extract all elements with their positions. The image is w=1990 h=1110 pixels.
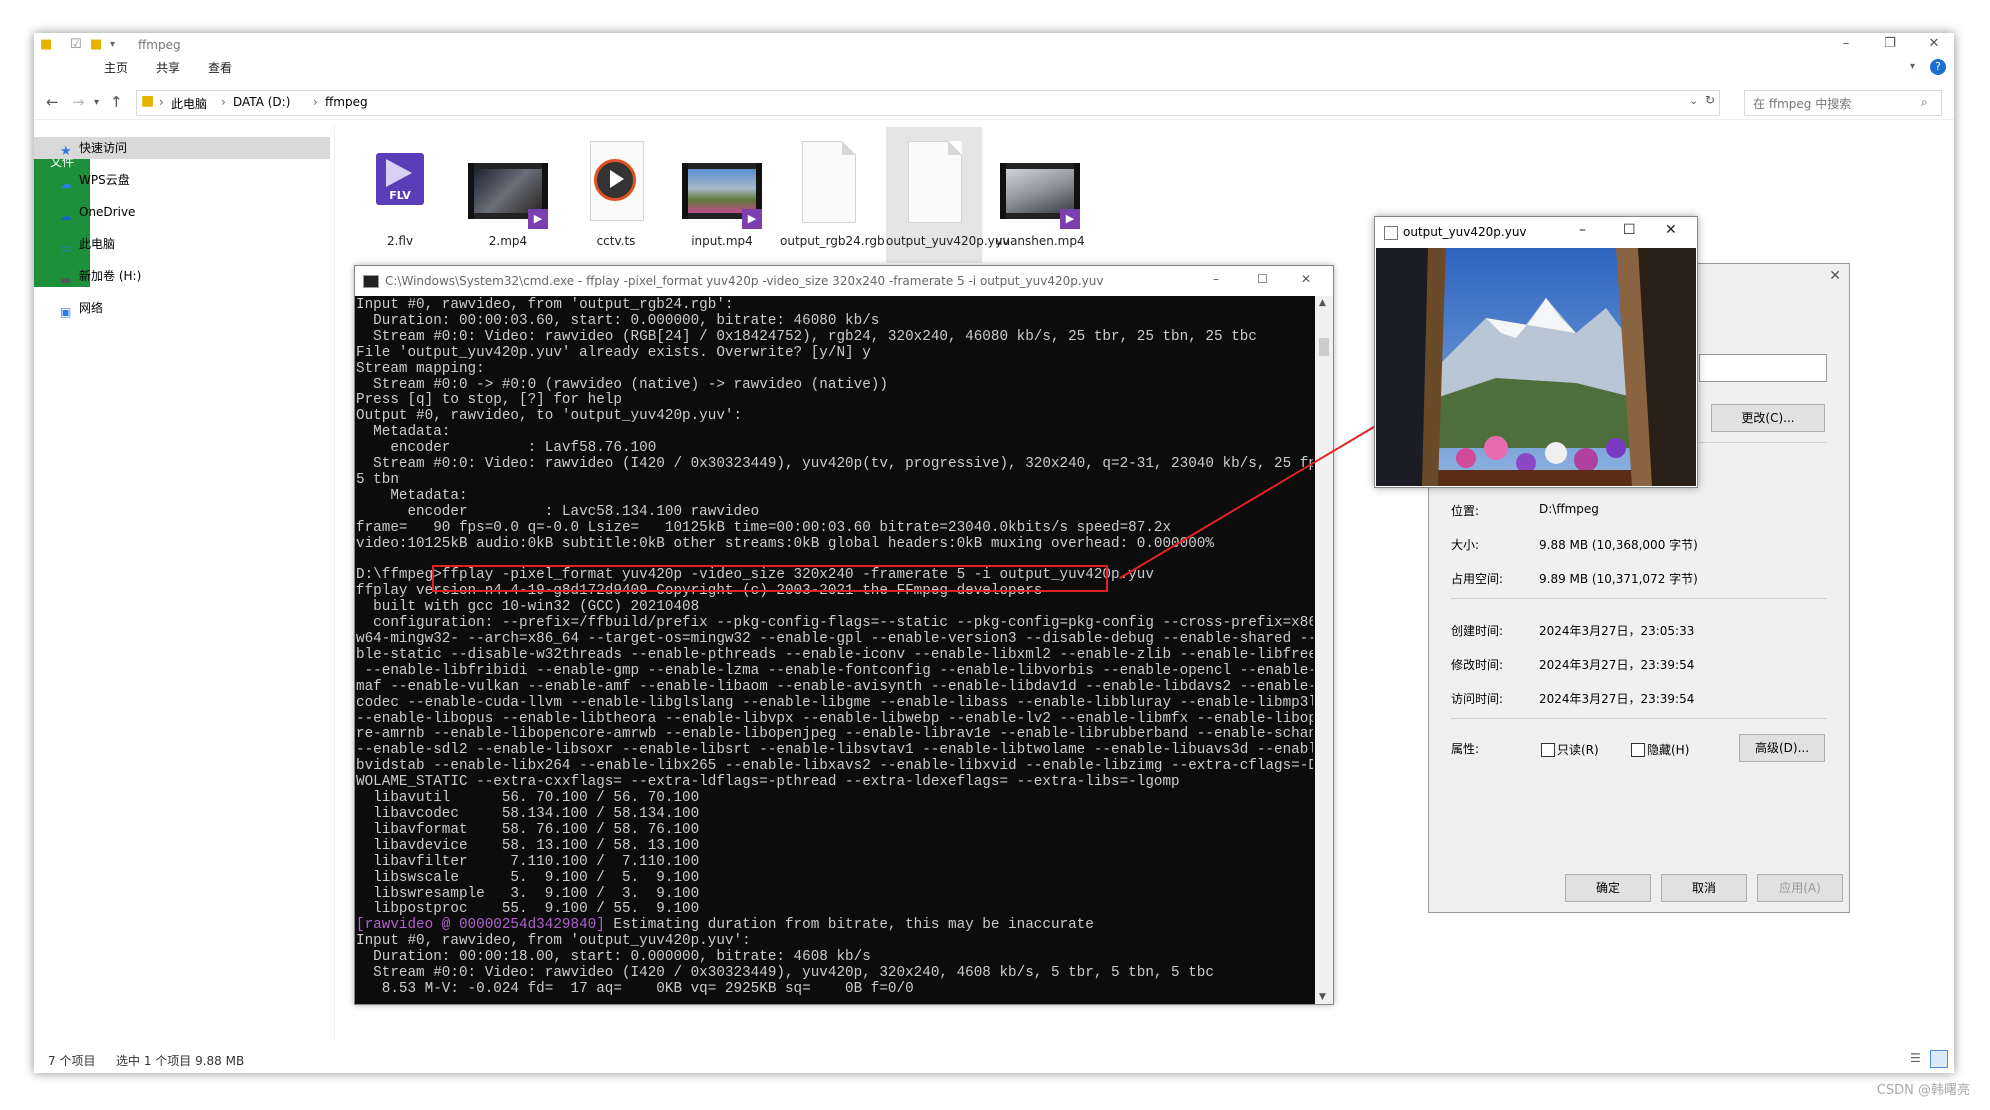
video-frame[interactable] [1376,248,1696,486]
maximize-button[interactable]: ☐ [1623,222,1636,238]
ffplay-video-window: output_yuv420p.yuv – ☐ ✕ [1374,216,1698,488]
close-button[interactable]: ✕ [1665,222,1677,238]
video-title: output_yuv420p.yuv [1403,225,1527,239]
minimize-button[interactable]: – [1579,222,1586,238]
mountain-scene-image [1376,248,1696,486]
annotation-arrow [1119,387,1440,579]
watermark: CSDN @韩曙亮 [1876,1083,1970,1098]
video-title-bar: output_yuv420p.yuv – ☐ ✕ [1375,217,1697,247]
window-icon [1384,226,1398,240]
